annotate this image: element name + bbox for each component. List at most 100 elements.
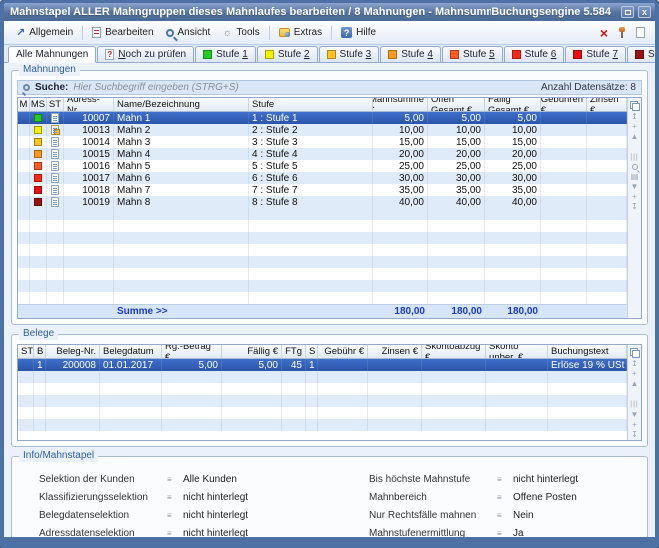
column-header[interactable]: Stufe xyxy=(249,98,373,111)
table-row[interactable]: 10015Mahn 44 : Stufe 420,0020,0020,00 xyxy=(18,148,627,160)
table-row[interactable]: 10014Mahn 33 : Stufe 315,0015,0015,00 xyxy=(18,136,627,148)
tab-stufe-2[interactable]: Stufe 2 xyxy=(257,46,318,62)
column-header[interactable]: Zinsen € xyxy=(587,98,627,111)
cell xyxy=(318,407,368,419)
column-header[interactable]: Offen Gesamt € xyxy=(428,98,485,111)
table-row[interactable]: 10019Mahn 88 : Stufe 840,0040,0040,00 xyxy=(18,196,627,208)
cell xyxy=(114,292,249,304)
pin-icon[interactable] xyxy=(618,27,626,39)
column-header[interactable]: FTg xyxy=(282,345,306,358)
new-document-icon[interactable] xyxy=(636,27,645,38)
menu-item-hilfe[interactable]: ?Hilfe xyxy=(335,25,382,40)
cell xyxy=(541,184,587,196)
column-header[interactable]: S xyxy=(306,345,318,358)
column-header[interactable]: Mahnsumme € xyxy=(373,98,428,111)
column-header[interactable]: Fällig Gesamt € xyxy=(485,98,541,111)
column-header[interactable]: Zinsen € xyxy=(368,345,422,358)
menu-item-allgemein[interactable]: ↗Allgemein xyxy=(10,25,79,40)
menu-item-tools[interactable]: ☼Tools xyxy=(216,25,265,40)
cell xyxy=(541,280,587,292)
column-header[interactable]: Adress-Nr. xyxy=(64,98,114,111)
magnifier-icon[interactable] xyxy=(632,164,638,170)
column-header[interactable]: Name/Bezeichnung xyxy=(114,98,249,111)
tab-stufe-4[interactable]: Stufe 4 xyxy=(380,46,441,62)
scroll-top-icon[interactable]: ↥ xyxy=(629,359,641,368)
jump-down-icon[interactable]: ▼ xyxy=(629,410,641,419)
column-header[interactable]: Fällig € xyxy=(222,345,282,358)
tab-stufe-5[interactable]: Stufe 5 xyxy=(442,46,503,62)
column-header[interactable]: Skonto unber. € xyxy=(486,345,548,358)
tab-stufe-8[interactable]: Stufe 8 xyxy=(627,46,659,62)
tab-noch-zu-pr-fen[interactable]: ?Noch zu prüfen xyxy=(97,46,194,62)
column-header[interactable]: ST xyxy=(18,345,34,358)
copy-icon[interactable] xyxy=(630,101,639,109)
column-header[interactable]: M xyxy=(18,98,30,111)
cell: 15,00 xyxy=(485,136,541,148)
cell: 40,00 xyxy=(373,196,428,208)
tab-alle-mahnungen[interactable]: Alle Mahnungen xyxy=(8,46,96,63)
grid-doc-icon xyxy=(51,185,59,195)
column-header[interactable]: MS xyxy=(30,98,47,111)
scroll-up-icon[interactable]: + xyxy=(629,369,641,378)
search-input[interactable] xyxy=(73,82,536,93)
jump-up-icon[interactable]: ▲ xyxy=(629,132,641,141)
table-row[interactable]: 120000801.01.20175,005,00451Erlöse 19 % … xyxy=(18,359,627,371)
delete-x-icon[interactable]: × xyxy=(600,27,608,39)
column-header[interactable]: Skontoabzug € xyxy=(422,345,486,358)
scroll-up-icon[interactable]: + xyxy=(629,122,641,131)
tab-stufe-1[interactable]: Stufe 1 xyxy=(195,46,256,62)
close-icon[interactable]: x xyxy=(638,6,651,18)
restore-icon[interactable] xyxy=(621,6,634,18)
cell xyxy=(114,256,249,268)
scroll-top-icon[interactable]: ↥ xyxy=(629,112,641,121)
cell: Erlöse 19 % USt xyxy=(548,359,627,371)
cell xyxy=(428,256,485,268)
copy-icon[interactable] xyxy=(630,348,639,356)
column-header[interactable]: Buchungstext xyxy=(548,345,627,358)
cell xyxy=(486,395,548,407)
column-header[interactable]: B xyxy=(34,345,46,358)
cell xyxy=(30,136,47,148)
table-row[interactable]: 10007Mahn 11 : Stufe 15,005,005,00 xyxy=(18,112,627,124)
cell xyxy=(428,208,485,220)
table-row[interactable]: 10016Mahn 55 : Stufe 525,0025,0025,00 xyxy=(18,160,627,172)
cell xyxy=(486,407,548,419)
cell xyxy=(47,172,64,184)
table-row[interactable]: 10017Mahn 66 : Stufe 630,0030,0030,00 xyxy=(18,172,627,184)
jump-down-icon[interactable]: ▼ xyxy=(629,182,641,191)
scroll-bottom-icon[interactable]: ↧ xyxy=(629,202,641,211)
columns-icon[interactable]: ||| xyxy=(629,400,641,409)
cell xyxy=(64,280,114,292)
tab-stufe-3[interactable]: Stufe 3 xyxy=(319,46,380,62)
column-header[interactable]: Belegdatum xyxy=(100,345,162,358)
cell: 15,00 xyxy=(428,136,485,148)
column-header[interactable]: ST xyxy=(47,98,64,111)
menu-item-bearbeiten[interactable]: Bearbeiten xyxy=(86,25,159,40)
tab-stufe-6[interactable]: Stufe 6 xyxy=(504,46,565,62)
cell xyxy=(222,419,282,431)
table-row[interactable]: 10013Mahn 22 : Stufe 210,0010,0010,00 xyxy=(18,124,627,136)
cell xyxy=(587,220,627,232)
column-header[interactable]: Gebühr € xyxy=(318,345,368,358)
column-header[interactable]: Beleg-Nr. xyxy=(46,345,100,358)
menu-item-extras[interactable]: Extras xyxy=(273,25,328,40)
cell xyxy=(587,160,627,172)
column-header[interactable]: Gebühren € xyxy=(541,98,587,111)
jump-up-icon[interactable]: ▲ xyxy=(629,379,641,388)
cell xyxy=(485,244,541,256)
menu-item-ansicht[interactable]: Ansicht xyxy=(160,25,217,40)
scroll-down-icon[interactable]: + xyxy=(629,420,641,429)
scroll-bottom-icon[interactable]: ↧ xyxy=(629,430,641,439)
tab-stufe-7[interactable]: Stufe 7 xyxy=(565,46,626,62)
column-header[interactable]: Rg.-Betrag € xyxy=(162,345,222,358)
cell: 5,00 xyxy=(373,112,428,124)
app-version: Buchungsengine 5.584 xyxy=(491,6,611,18)
scroll-down-icon[interactable]: + xyxy=(629,192,641,201)
columns-icon[interactable]: ||| xyxy=(629,153,641,162)
cell xyxy=(587,244,627,256)
info-value: nicht hinterlegt xyxy=(183,492,248,503)
table-row[interactable]: 10018Mahn 77 : Stufe 735,0035,0035,00 xyxy=(18,184,627,196)
cell xyxy=(47,305,64,318)
cell xyxy=(541,220,587,232)
cell xyxy=(18,148,30,160)
